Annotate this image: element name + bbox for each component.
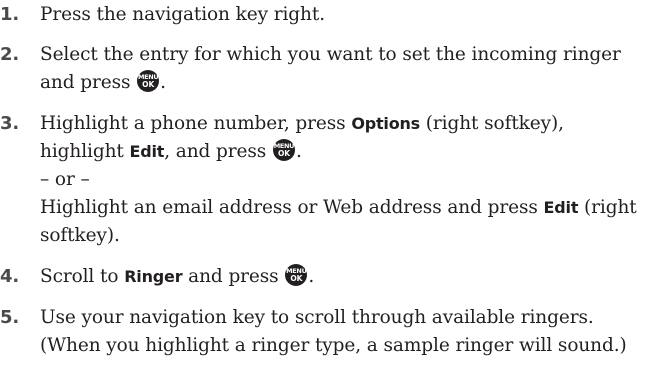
step-text: (When you highlight a ringer type, a sam… <box>40 335 627 356</box>
step-4: 4. Scroll to Ringer and press MENU OK. <box>0 263 671 291</box>
step-text: Highlight a phone number, press <box>40 113 346 134</box>
step-text: softkey). <box>40 225 120 246</box>
step-number: 5. <box>0 307 20 328</box>
step-3: 3. Highlight a phone number, press Optio… <box>0 110 671 250</box>
ringer-key-label: Ringer <box>124 267 183 286</box>
step-1: 1. Press the navigation key right. <box>0 1 671 29</box>
step-text: and press <box>40 72 131 93</box>
step-number: 4. <box>0 266 20 287</box>
step-number: 2. <box>0 44 20 65</box>
step-text: Press the navigation key right. <box>40 4 325 25</box>
step-5: 5. Use your navigation key to scroll thr… <box>0 304 671 360</box>
menu-ok-button-icon: MENU OK <box>137 70 160 92</box>
menu-ok-button-icon: MENU OK <box>285 264 308 286</box>
step-2: 2. Select the entry for which you want t… <box>0 41 671 97</box>
step-number: 1. <box>0 4 20 25</box>
step-text: Select the entry for which you want to s… <box>40 44 621 65</box>
edit-key-label: Edit <box>543 198 579 217</box>
menu-ok-button-icon: MENU OK <box>272 139 295 161</box>
options-key-label: Options <box>351 114 421 133</box>
step-number: 3. <box>0 113 20 134</box>
instruction-steps: 1. Press the navigation key right. 2. Se… <box>0 0 671 360</box>
step-text: Use your navigation key to scroll throug… <box>40 307 594 328</box>
or-separator: – or – <box>40 169 90 190</box>
edit-key-label: Edit <box>129 142 165 161</box>
